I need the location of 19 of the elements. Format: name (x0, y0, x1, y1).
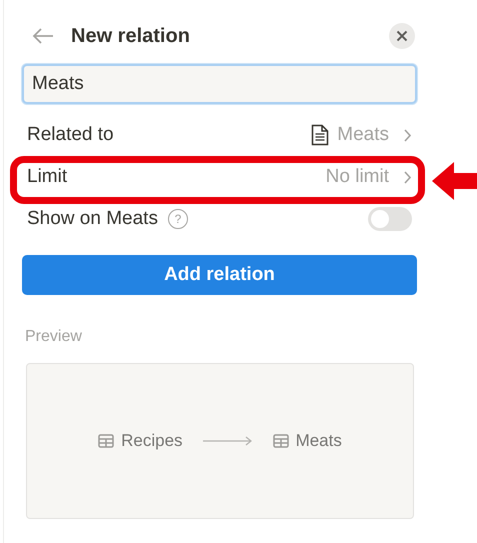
close-button[interactable] (389, 23, 415, 49)
setting-row[interactable]: Limit No limit (22, 162, 417, 192)
table-icon (98, 434, 114, 448)
panel-title: New relation (71, 24, 190, 49)
database-name: Recipes (121, 430, 183, 452)
back-arrow-icon[interactable] (32, 28, 54, 44)
section-label: Preview (25, 327, 83, 347)
setting-label: Show on Meats (27, 206, 158, 231)
toggle-switch[interactable] (368, 207, 412, 231)
table-icon (272, 434, 289, 448)
arrow-icon (432, 160, 477, 202)
name-input-field[interactable]: Meats (22, 64, 417, 104)
arrow-icon (202, 436, 253, 446)
close-icon (396, 30, 408, 42)
database-name: Meats (296, 430, 342, 452)
add-relation-button[interactable]: Add relation (22, 255, 417, 295)
setting-row[interactable]: Related to Meats (22, 120, 417, 150)
chevron-right-icon (403, 170, 412, 184)
chevron-right-icon (403, 128, 412, 142)
